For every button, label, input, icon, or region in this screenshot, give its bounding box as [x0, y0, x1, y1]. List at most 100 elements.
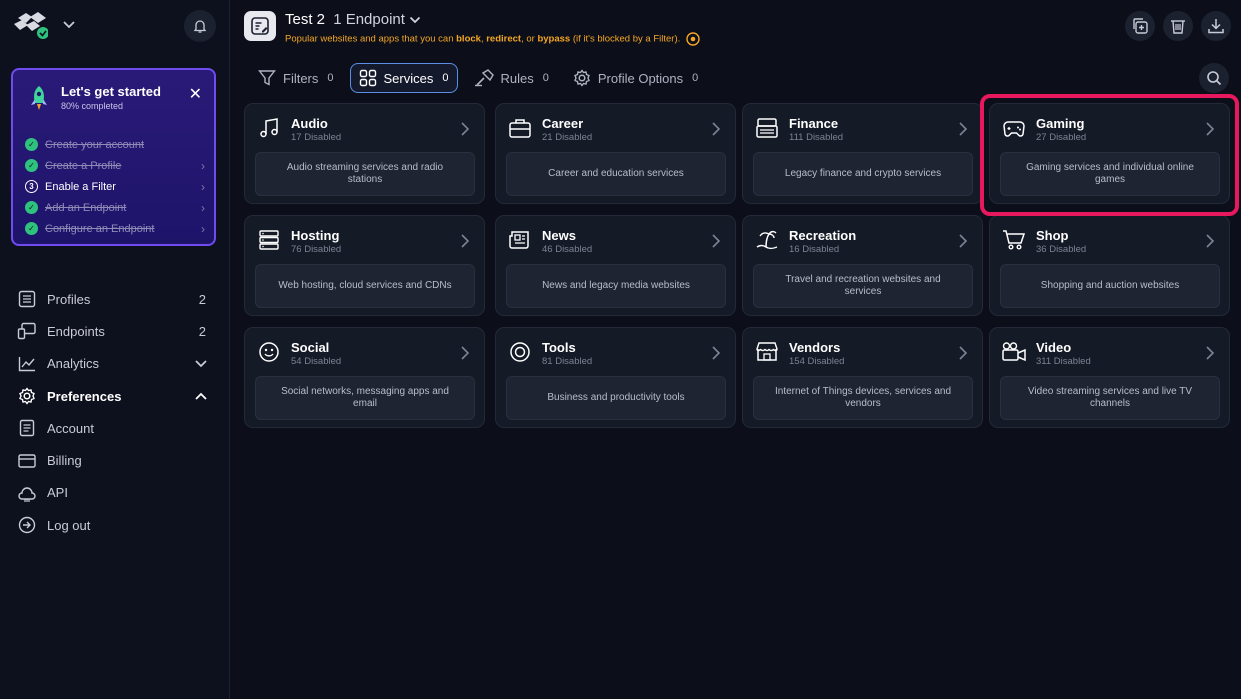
service-card-shop[interactable]: Shop 36 Disabled Shopping and auction we…	[989, 215, 1230, 316]
duplicate-icon	[1131, 17, 1149, 35]
service-card-hosting[interactable]: Hosting 76 Disabled Web hosting, cloud s…	[244, 215, 485, 316]
logo-menu[interactable]	[12, 10, 76, 40]
service-description: Legacy finance and crypto services	[753, 152, 973, 196]
page-description: Popular websites and apps that you can b…	[285, 32, 700, 46]
service-description: Gaming services and individual online ga…	[1000, 152, 1220, 196]
sidebar-item-endpoints[interactable]: Endpoints 2	[16, 315, 212, 347]
search-icon	[1206, 70, 1222, 86]
delete-button[interactable]	[1163, 11, 1193, 41]
grid-icon	[359, 69, 377, 87]
service-description: Web hosting, cloud services and CDNs	[255, 264, 475, 308]
filter-icon	[258, 69, 276, 87]
chevron-right-icon	[1205, 121, 1215, 137]
info-icon[interactable]	[686, 32, 700, 46]
check-icon: ✓	[25, 159, 38, 172]
step-configure-endpoint[interactable]: ✓ Configure an Endpoint ›	[25, 218, 205, 239]
cart-icon	[1001, 228, 1027, 252]
download-button[interactable]	[1201, 11, 1231, 41]
service-card-news[interactable]: News 46 Disabled News and legacy media w…	[495, 215, 736, 316]
notifications-button[interactable]	[184, 10, 216, 42]
service-name: Tools	[542, 340, 576, 355]
check-icon: ✓	[25, 222, 38, 235]
sidebar-item-api[interactable]: API	[16, 477, 212, 509]
service-disabled-count: 311 Disabled	[1036, 356, 1091, 367]
chevron-right-icon	[711, 233, 721, 249]
sidebar-item-preferences[interactable]: Preferences	[16, 380, 212, 412]
tools-icon	[507, 340, 533, 364]
service-disabled-count: 27 Disabled	[1036, 132, 1087, 143]
getting-started-panel: Let's get started 80% completed ✕ ✓ Crea…	[11, 68, 216, 246]
rocket-icon	[27, 84, 51, 112]
newspaper-icon	[507, 228, 533, 252]
sidebar-nav: Profiles 2 Endpoints 2 Analytics Prefere…	[16, 283, 212, 541]
service-disabled-count: 54 Disabled	[291, 356, 342, 367]
profile-tabs: Filters 0 Services 0 Rules 0 Profile Opt…	[250, 63, 714, 93]
chevron-right-icon	[460, 121, 470, 137]
service-card-recreation[interactable]: Recreation 16 Disabled Travel and recrea…	[742, 215, 983, 316]
service-card-video[interactable]: Video 311 Disabled Video streaming servi…	[989, 327, 1230, 428]
duplicate-button[interactable]	[1125, 11, 1155, 41]
gear-icon	[573, 69, 591, 87]
profile-icon	[244, 11, 276, 41]
service-card-social[interactable]: Social 54 Disabled Social networks, mess…	[244, 327, 485, 428]
sidebar-item-logout[interactable]: Log out	[16, 509, 212, 541]
sidebar-item-account[interactable]: Account	[16, 412, 212, 444]
chevron-right-icon	[460, 233, 470, 249]
sidebar-item-analytics[interactable]: Analytics	[16, 348, 212, 380]
api-icon	[16, 483, 38, 503]
service-description: Travel and recreation websites and servi…	[753, 264, 973, 308]
profile-name: Test 2	[285, 11, 326, 28]
tab-filters[interactable]: Filters 0	[250, 63, 342, 93]
service-card-vendors[interactable]: Vendors 154 Disabled Internet of Things …	[742, 327, 983, 428]
chevron-right-icon: ›	[201, 158, 205, 173]
step-enable-filter[interactable]: 3 Enable a Filter ›	[25, 176, 205, 197]
service-card-gaming[interactable]: Gaming 27 Disabled Gaming services and i…	[989, 103, 1230, 204]
service-disabled-count: 21 Disabled	[542, 132, 593, 143]
step-create-profile[interactable]: ✓ Create a Profile ›	[25, 155, 205, 176]
service-disabled-count: 16 Disabled	[789, 244, 840, 255]
check-icon: ✓	[25, 201, 38, 214]
service-name: News	[542, 228, 576, 243]
chevron-right-icon	[1205, 345, 1215, 361]
chevron-down-icon	[62, 20, 76, 30]
sidebar: Let's get started 80% completed ✕ ✓ Crea…	[0, 0, 230, 699]
logout-icon	[16, 515, 38, 535]
service-name: Shop	[1036, 228, 1069, 243]
sidebar-item-profiles[interactable]: Profiles 2	[16, 283, 212, 315]
download-icon	[1207, 17, 1225, 35]
service-card-tools[interactable]: Tools 81 Disabled Business and productiv…	[495, 327, 736, 428]
service-name: Finance	[789, 116, 839, 131]
search-button[interactable]	[1199, 63, 1229, 93]
service-disabled-count: 36 Disabled	[1036, 244, 1087, 255]
video-camera-icon	[1001, 340, 1027, 364]
account-icon	[16, 418, 38, 438]
service-card-audio[interactable]: Audio 17 Disabled Audio streaming servic…	[244, 103, 485, 204]
profile-title[interactable]: Test 2 1 Endpoint	[285, 11, 421, 28]
trash-icon	[1169, 17, 1187, 35]
step-create-account[interactable]: ✓ Create your account	[25, 134, 205, 155]
getting-started-progress: 80% completed	[61, 101, 124, 111]
gear-icon	[16, 386, 38, 406]
bell-icon	[192, 18, 208, 34]
logo-icon	[12, 10, 48, 40]
tab-services[interactable]: Services 0	[349, 63, 458, 93]
service-description: News and legacy media websites	[506, 264, 726, 308]
endpoint-selector[interactable]: 1 Endpoint	[333, 11, 405, 28]
briefcase-icon	[507, 116, 533, 140]
chevron-right-icon: ›	[201, 221, 205, 236]
store-icon	[754, 340, 780, 364]
tab-profile-options[interactable]: Profile Options 0	[565, 63, 706, 93]
service-disabled-count: 111 Disabled	[789, 132, 844, 143]
service-name: Hosting	[291, 228, 340, 243]
billing-icon	[16, 451, 38, 471]
close-icon[interactable]: ✕	[189, 84, 202, 104]
getting-started-title: Let's get started	[61, 84, 161, 99]
tab-rules[interactable]: Rules 0	[466, 63, 557, 93]
sidebar-item-billing[interactable]: Billing	[16, 444, 212, 476]
step-add-endpoint[interactable]: ✓ Add an Endpoint ›	[25, 197, 205, 218]
service-description: Career and education services	[506, 152, 726, 196]
service-name: Recreation	[789, 228, 857, 243]
service-card-finance[interactable]: Finance 111 Disabled Legacy finance and …	[742, 103, 983, 204]
service-card-career[interactable]: Career 21 Disabled Career and education …	[495, 103, 736, 204]
smiley-icon	[256, 340, 282, 364]
